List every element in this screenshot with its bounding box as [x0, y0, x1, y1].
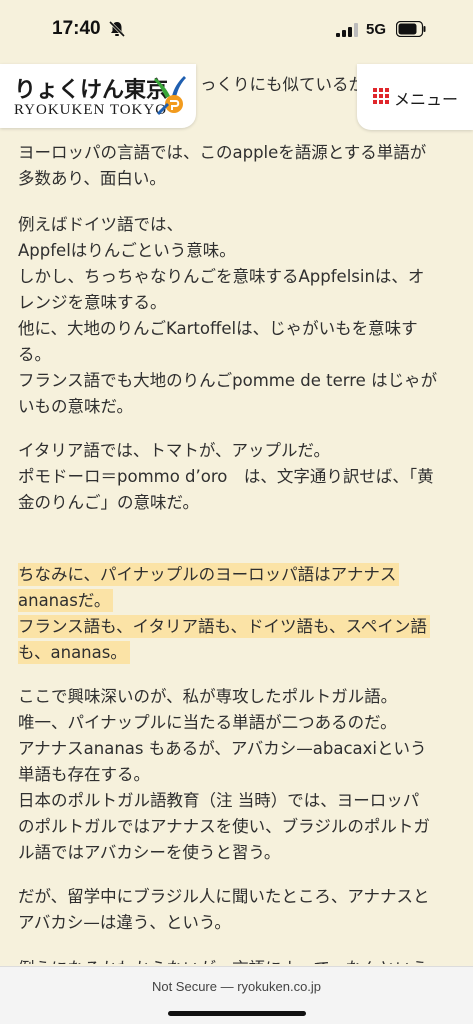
highlighted-text-line: も、ananas。 — [18, 641, 130, 664]
status-bar: 17:40 5G — [0, 0, 473, 64]
text-line: アナナスananas もあるが、アバカシ—abacaxiという — [18, 739, 427, 758]
site-logo[interactable]: りょくけん東京 RYOKUKEN TOKYO — [0, 64, 196, 128]
text-line: ここで興味深いのが、私が専攻したポルトガル語。 — [18, 687, 398, 706]
url-text[interactable]: Not Secure — ryokuken.co.jp — [0, 979, 473, 994]
text-line: ポモドーロ＝pommo d’oro は、文字通り訳せば、「黄 — [18, 467, 434, 486]
text-line: だが、留学中にブラジル人に聞いたところ、アナナスと — [18, 887, 430, 906]
text-line: アバカシ—は違う、という。 — [18, 913, 231, 932]
text-line: 単語も存在する。 — [18, 765, 150, 784]
text-line: 例えばドイツ語では、 — [18, 215, 183, 234]
cut-off-line-bottom: 例えになるかわからないが、言語によって、なんという — [18, 956, 458, 964]
text-line: ヨーロッパの言語では、このappleを語源とする単語が — [18, 143, 427, 162]
battery-icon — [396, 21, 426, 37]
paragraph: ここで興味深いのが、私が専攻したポルトガル語。 唯一、パイナップルに当たる単語が… — [18, 684, 458, 866]
network-label: 5G — [366, 21, 387, 38]
text-line: レンジを意味する。 — [18, 293, 167, 312]
paragraph: 例えばドイツ語では、 Appfelはりんごという意味。 しかし、ちっちゃなりんご… — [18, 212, 458, 420]
highlighted-text-line: フランス語も、イタリア語も、ドイツ語も、スペイン語 — [18, 615, 430, 638]
text-line: しかし、ちっちゃなりんごを意味するAppfelsinは、オ — [18, 267, 425, 286]
text-line: る。 — [18, 345, 51, 364]
logo-japanese-text: りょくけん東京 — [14, 77, 169, 103]
text-line: 日本のポルトガル語教育（注 当時）では、ヨーロッパ — [18, 791, 420, 810]
grid-icon — [373, 88, 389, 104]
highlighted-paragraph: ちなみに、パイナップルのヨーロッパ語はアナナス ananasだ。 フランス語も、… — [18, 562, 458, 666]
signal-icon — [336, 23, 358, 37]
text-line: フランス語でも大地のりんごpomme de terre はじゃが — [18, 371, 438, 390]
paragraph: ヨーロッパの言語では、このappleを語源とする単語が 多数あり、面白い。 — [18, 140, 458, 192]
bell-slash-icon — [108, 20, 126, 38]
text-line: Appfelはりんごという意味。 — [18, 241, 236, 260]
highlighted-text-line: ちなみに、パイナップルのヨーロッパ語はアナナス — [18, 563, 400, 586]
menu-button[interactable]: メニュー — [357, 64, 473, 130]
paragraph: イタリア語では、トマトが、アップルだ。 ポモドーロ＝pommo d’oro は、… — [18, 438, 458, 516]
text-line: ル語ではアバカシーを使うと習う。 — [18, 843, 281, 862]
text-line: 唯一、パイナップルに当たる単語が二つあるのだ。 — [18, 713, 397, 732]
paragraph: だが、留学中にブラジル人に聞いたところ、アナナスと アバカシ—は違う、という。 — [18, 884, 458, 936]
text-line: 他に、大地のりんごKartoffelは、じゃがいもを意味す — [18, 319, 418, 338]
text-line: いもの意味だ。 — [18, 397, 134, 416]
text-line: のポルトガルではアナナスを使い、ブラジルのポルトガ — [18, 817, 430, 836]
text-line: 多数あり、面白い。 — [18, 169, 166, 188]
logo-mark-icon — [154, 76, 186, 116]
logo-english-text: RYOKUKEN TOKYO — [14, 102, 168, 118]
status-time: 17:40 — [52, 18, 101, 39]
article-content: っくりにも似ているか ヨーロッパの言語では、このappleを語源とする単語が 多… — [18, 64, 458, 964]
text-line: イタリア語では、トマトが、アップルだ。 — [18, 441, 331, 460]
menu-label: メニュー — [394, 90, 459, 109]
browser-url-bar[interactable]: Not Secure — ryokuken.co.jp — [0, 966, 473, 1024]
home-indicator[interactable] — [168, 1011, 306, 1016]
text-line: 金のりんご」の意味だ。 — [18, 493, 200, 512]
highlighted-text-line: ananasだ。 — [18, 589, 114, 612]
